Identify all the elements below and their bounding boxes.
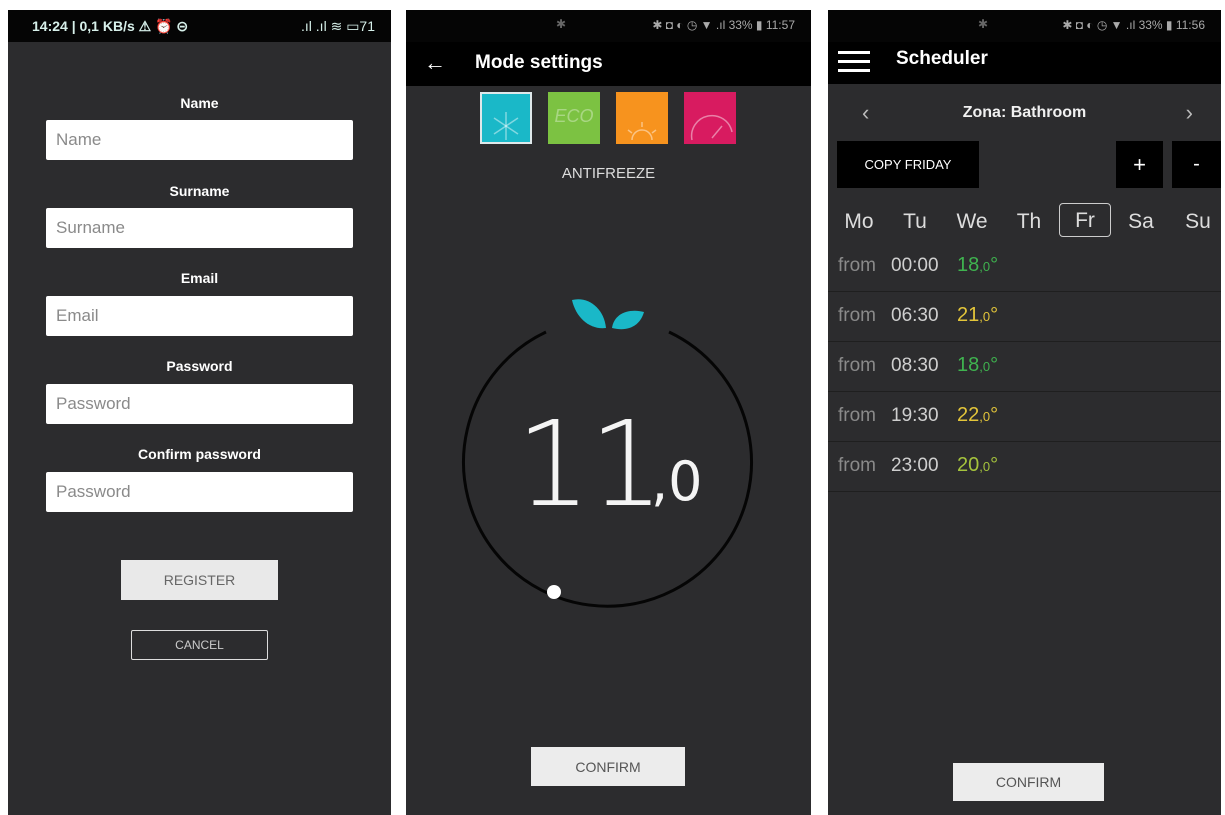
status-right: ✱ ◘ ◐ ◷ ▼ .ıl 33% ▮ 11:57 [652, 18, 795, 32]
confirm-button[interactable]: CONFIRM [953, 763, 1104, 801]
name-field[interactable] [46, 120, 353, 160]
schedule-row[interactable]: from 00:00 18,0° [828, 241, 1221, 292]
back-arrow-icon[interactable]: ← [424, 50, 446, 76]
chevron-right-icon[interactable]: › [1186, 100, 1193, 126]
remove-slot-button[interactable]: - [1172, 141, 1221, 188]
slot-time: 08:30 [891, 355, 939, 376]
day-tab[interactable]: Mo [833, 210, 885, 234]
cancel-button[interactable]: CANCEL [131, 630, 268, 660]
from-label: from [838, 455, 876, 476]
slot-time: 19:30 [891, 405, 939, 426]
from-label: from [838, 305, 876, 326]
copy-day-button[interactable]: COPY FRIDAY [837, 141, 979, 188]
confirm-password-field[interactable] [46, 472, 353, 512]
from-label: from [838, 255, 876, 276]
slot-time: 23:00 [891, 455, 939, 476]
register-screen: 14:24 | 0,1 KB/s ⚠ ⏰ ⊝ .ıl .ıl ≋ ▭71 Nam… [8, 10, 391, 815]
mode-antifreeze-button[interactable] [480, 92, 532, 144]
slot-temperature: 20,0° [957, 454, 999, 476]
slot-time: 00:00 [891, 255, 939, 276]
status-left: 14:24 | 0,1 KB/s ⚠ ⏰ ⊝ [32, 18, 189, 34]
surname-field[interactable] [46, 208, 353, 248]
mode-settings-screen: ✱ ✱ ◘ ◐ ◷ ▼ .ıl 33% ▮ 11:57 ← Mode setti… [406, 10, 811, 815]
slot-time: 06:30 [891, 305, 939, 326]
temperature-decimal: ,0 [651, 450, 703, 513]
zone-selector: ‹ Zona: Bathroom › [828, 90, 1221, 136]
slot-temperature: 22,0° [957, 404, 999, 426]
hamburger-menu-icon[interactable] [838, 50, 872, 74]
snowflake-icon [493, 112, 519, 140]
add-slot-button[interactable]: + [1116, 141, 1163, 188]
register-button[interactable]: REGISTER [121, 560, 278, 600]
day-tab[interactable]: Th [1003, 210, 1055, 234]
mode-comfort-button[interactable] [616, 92, 668, 144]
temperature-value: 11 [516, 395, 664, 533]
zone-name: Zona: Bathroom [962, 104, 1087, 121]
surname-label: Surname [169, 183, 230, 199]
day-tab[interactable]: We [946, 210, 998, 234]
sun-icon [627, 122, 657, 141]
leaf-icon [572, 299, 644, 330]
status-bar: ✱ ✱ ◘ ◐ ◷ ▼ .ıl 33% ▮ 11:56 [828, 10, 1221, 42]
mode-boost-button[interactable] [684, 92, 736, 144]
slot-temperature: 18,0° [957, 354, 999, 376]
password-label: Password [166, 358, 233, 374]
status-right: ✱ ◘ ◐ ◷ ▼ .ıl 33% ▮ 11:56 [1062, 18, 1205, 32]
schedule-row[interactable]: from 19:30 22,0° [828, 391, 1221, 442]
bluetooth-icon: ✱ [978, 17, 989, 31]
from-label: from [838, 355, 876, 376]
mode-eco-button[interactable]: ECO [548, 92, 600, 144]
schedule-row[interactable]: from 23:00 20,0° [828, 441, 1221, 492]
dial-handle[interactable] [547, 585, 561, 599]
day-tab[interactable]: Su [1172, 210, 1221, 234]
page-title: Mode settings [475, 52, 603, 73]
name-label: Name [180, 95, 219, 111]
confirm-password-label: Confirm password [138, 446, 261, 462]
status-bar: 14:24 | 0,1 KB/s ⚠ ⏰ ⊝ .ıl .ıl ≋ ▭71 [8, 10, 391, 42]
mode-name: ANTIFREEZE [561, 165, 656, 182]
eco-label: ECO [554, 106, 594, 126]
email-field[interactable] [46, 296, 353, 336]
email-label: Email [180, 270, 219, 286]
day-tab-selected[interactable]: Fr [1059, 203, 1111, 237]
confirm-button[interactable]: CONFIRM [531, 747, 685, 786]
status-right: .ıl .ıl ≋ ▭71 [301, 18, 375, 34]
status-bar: ✱ ✱ ◘ ◐ ◷ ▼ .ıl 33% ▮ 11:57 [406, 10, 811, 42]
day-tab[interactable]: Tu [889, 210, 941, 234]
gauge-icon [690, 114, 733, 141]
from-label: from [838, 405, 876, 426]
page-title: Scheduler [896, 48, 988, 69]
slot-temperature: 18,0° [957, 254, 999, 276]
password-field[interactable] [46, 384, 353, 424]
day-tab[interactable]: Sa [1115, 210, 1167, 234]
slot-temperature: 21,0° [957, 304, 999, 326]
scheduler-screen: ✱ ✱ ◘ ◐ ◷ ▼ .ıl 33% ▮ 11:56 Scheduler ‹ … [828, 10, 1221, 815]
schedule-row[interactable]: from 06:30 21,0° [828, 291, 1221, 342]
bluetooth-icon: ✱ [556, 17, 567, 31]
app-bar: ← Mode settings [406, 42, 811, 86]
app-bar: Scheduler [828, 42, 1221, 84]
schedule-row[interactable]: from 08:30 18,0° [828, 341, 1221, 392]
